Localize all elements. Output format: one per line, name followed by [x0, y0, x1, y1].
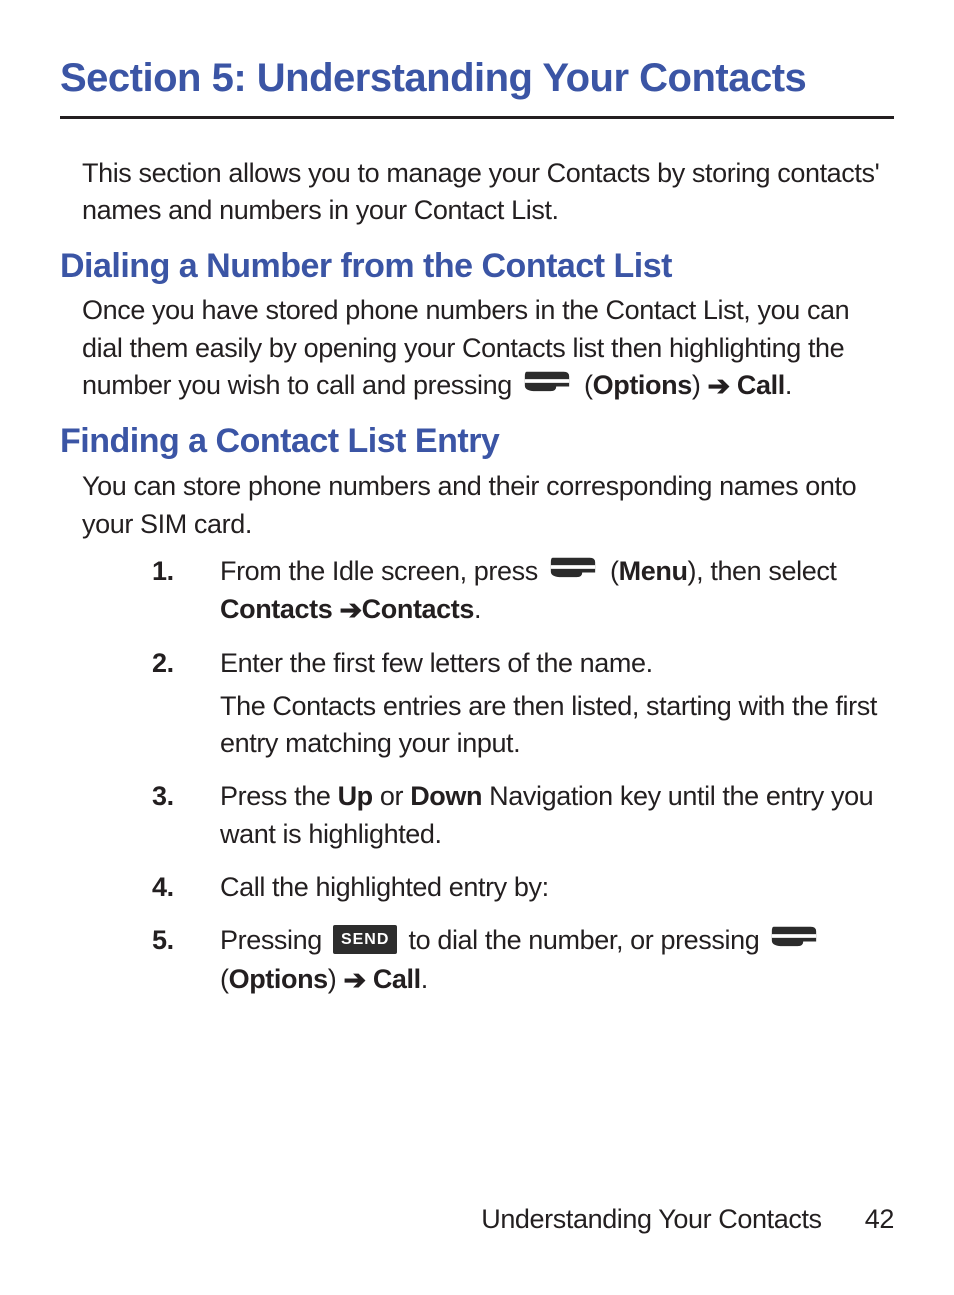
step-2: Enter the first few letters of the name.…: [152, 645, 894, 763]
options-label: Options: [229, 964, 328, 994]
intro-paragraph: This section allows you to manage your C…: [60, 133, 894, 230]
step-1: From the Idle screen, press (Menu), then…: [152, 553, 894, 629]
softkey-icon: [523, 366, 571, 403]
arrow-icon: ➔: [708, 368, 730, 405]
step5a: Pressing: [220, 925, 329, 955]
arrow-icon: ➔: [339, 592, 361, 629]
step-3: Press the Up or Down Navigation key unti…: [152, 778, 894, 853]
step5b: to dial the number, or pressing: [409, 925, 767, 955]
dot: .: [474, 594, 481, 624]
menu-label: Menu: [619, 556, 688, 586]
step4-text: Call the highlighted entry by:: [220, 872, 549, 902]
page-footer: Understanding Your Contacts 42: [481, 1204, 894, 1235]
dialing-paragraph: Once you have stored phone numbers in th…: [60, 292, 894, 405]
call-label: Call: [730, 370, 785, 400]
step3b: or: [373, 781, 410, 811]
step3a: Press the: [220, 781, 338, 811]
contacts-label: Contacts: [220, 594, 332, 624]
paren: (: [220, 964, 229, 994]
dot: .: [785, 370, 792, 400]
step2-sub: The Contacts entries are then listed, st…: [220, 688, 894, 763]
softkey-icon: [770, 921, 818, 958]
send-key-icon: SEND: [333, 925, 397, 954]
softkey-icon: [549, 552, 597, 589]
paren: ): [328, 964, 344, 994]
step1-text: From the Idle screen, press: [220, 556, 545, 586]
step-5: Pressing SEND to dial the number, or pre…: [152, 922, 894, 998]
step2-text: Enter the first few letters of the name.: [220, 648, 653, 678]
step1-mid: ), then select: [688, 556, 837, 586]
dialing-heading: Dialing a Number from the Contact List: [60, 246, 894, 287]
manual-page: Section 5: Understanding Your Contacts T…: [0, 0, 954, 1295]
paren: (: [610, 556, 619, 586]
steps-list: From the Idle screen, press (Menu), then…: [60, 553, 894, 998]
options-label: Options: [593, 370, 692, 400]
finding-heading: Finding a Contact List Entry: [60, 421, 894, 462]
paren: (: [584, 370, 593, 400]
section-title: Section 5: Understanding Your Contacts: [60, 55, 894, 119]
step-4: Call the highlighted entry by:: [152, 869, 894, 906]
arrow-icon: ➔: [344, 962, 366, 999]
page-number: 42: [865, 1204, 894, 1235]
dot: .: [421, 964, 428, 994]
call-label: Call: [366, 964, 421, 994]
down-key: Down: [410, 781, 482, 811]
finding-paragraph: You can store phone numbers and their co…: [60, 468, 894, 543]
up-key: Up: [338, 781, 373, 811]
footer-label: Understanding Your Contacts: [481, 1204, 821, 1234]
paren: ): [692, 370, 708, 400]
contacts-label: Contacts: [362, 594, 474, 624]
